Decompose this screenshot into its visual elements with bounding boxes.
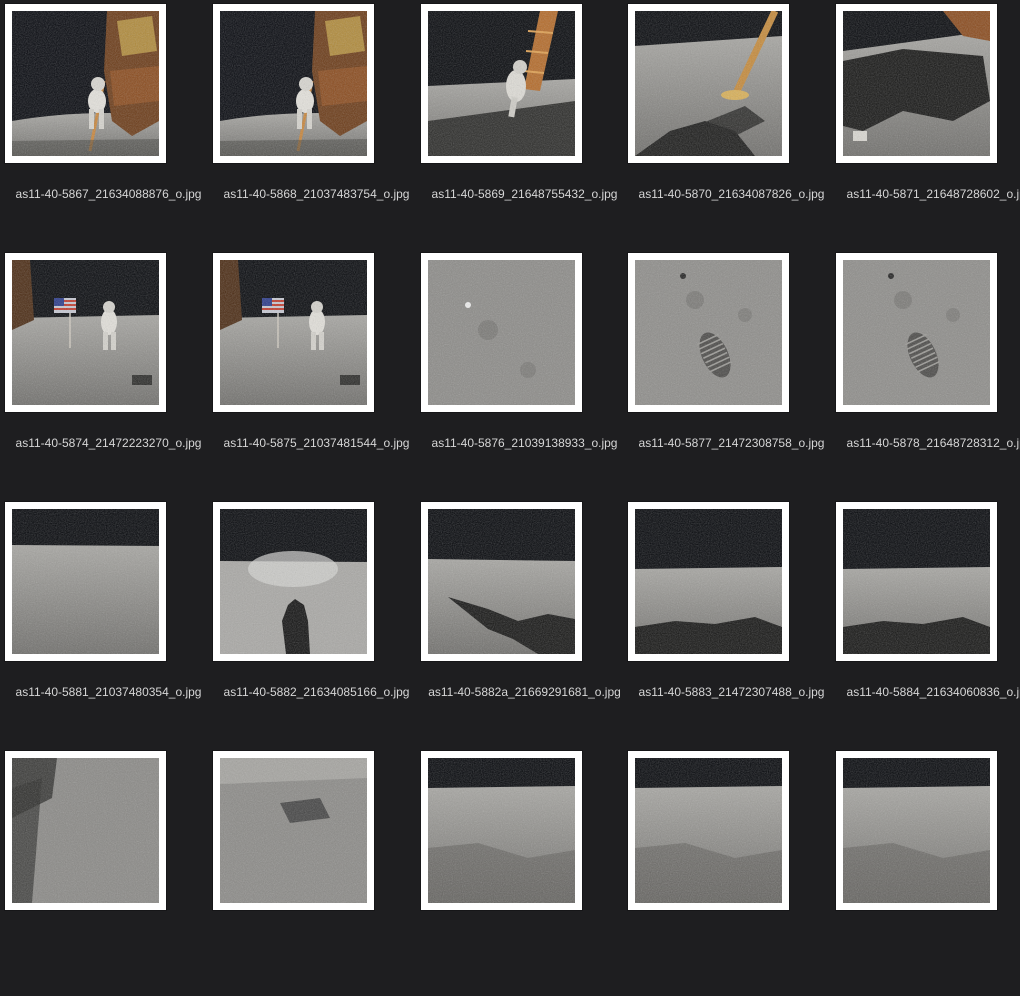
file-item[interactable] — [628, 747, 835, 996]
photo-preview-image — [635, 509, 782, 654]
photo-preview-image — [428, 758, 575, 903]
file-name-label[interactable]: as11-40-5883_21472307488_o.jpg — [612, 684, 851, 701]
file-name-label[interactable]: as11-40-5882_21634085166_o.jpg — [197, 684, 436, 701]
file-item[interactable]: as11-40-5870_21634087826_o.jpg — [628, 0, 835, 249]
file-item[interactable]: as11-40-5869_21648755432_o.jpg — [421, 0, 628, 249]
file-thumbnail[interactable] — [213, 253, 374, 412]
file-item[interactable] — [836, 747, 1020, 996]
file-grid: as11-40-5867_21634088876_o.jpg as11-40-58… — [0, 0, 1020, 910]
photo-preview-image — [12, 509, 159, 654]
file-thumbnail[interactable] — [213, 502, 374, 661]
file-name-label[interactable]: as11-40-5875_21037481544_o.jpg — [197, 435, 436, 452]
file-name-label[interactable]: as11-40-5867_21634088876_o.jpg — [0, 186, 228, 203]
file-thumbnail[interactable] — [421, 4, 582, 163]
file-item[interactable] — [421, 747, 628, 996]
photo-preview-image — [220, 260, 367, 405]
file-item[interactable]: as11-40-5876_21039138933_o.jpg — [421, 249, 628, 498]
photo-preview-image — [843, 260, 990, 405]
file-thumbnail[interactable] — [421, 253, 582, 412]
photo-preview-image — [428, 509, 575, 654]
file-thumbnail[interactable] — [628, 253, 789, 412]
file-item[interactable]: as11-40-5882a_21669291681_o.jpg — [421, 498, 628, 747]
file-item[interactable] — [5, 747, 212, 996]
file-name-label[interactable]: as11-40-5870_21634087826_o.jpg — [612, 186, 851, 203]
file-name-label[interactable]: as11-40-5871_21648728602_o.jpg — [820, 186, 1020, 203]
file-item[interactable]: as11-40-5877_21472308758_o.jpg — [628, 249, 835, 498]
photo-preview-image — [12, 11, 159, 156]
file-item[interactable] — [213, 747, 420, 996]
photo-preview-image — [12, 758, 159, 903]
photo-preview-image — [220, 758, 367, 903]
file-name-label[interactable]: as11-40-5877_21472308758_o.jpg — [612, 435, 851, 452]
file-thumbnail[interactable] — [5, 4, 166, 163]
file-name-label[interactable]: as11-40-5876_21039138933_o.jpg — [405, 435, 644, 452]
file-thumbnail[interactable] — [5, 502, 166, 661]
photo-preview-image — [220, 11, 367, 156]
photo-preview-image — [635, 758, 782, 903]
photo-preview-image — [843, 509, 990, 654]
file-thumbnail[interactable] — [836, 253, 997, 412]
file-thumbnail[interactable] — [421, 751, 582, 910]
file-item[interactable]: as11-40-5874_21472223270_o.jpg — [5, 249, 212, 498]
photo-preview-image — [220, 509, 367, 654]
file-item[interactable]: as11-40-5878_21648728312_o.jpg — [836, 249, 1020, 498]
photo-preview-image — [428, 11, 575, 156]
photo-preview-image — [843, 758, 990, 903]
file-thumbnail[interactable] — [5, 253, 166, 412]
photo-preview-image — [635, 11, 782, 156]
file-item[interactable]: as11-40-5867_21634088876_o.jpg — [5, 0, 212, 249]
file-name-label[interactable]: as11-40-5874_21472223270_o.jpg — [0, 435, 228, 452]
file-name-label[interactable]: as11-40-5869_21648755432_o.jpg — [405, 186, 644, 203]
file-item[interactable]: as11-40-5871_21648728602_o.jpg — [836, 0, 1020, 249]
file-name-label[interactable]: as11-40-5878_21648728312_o.jpg — [820, 435, 1020, 452]
file-thumbnail[interactable] — [213, 4, 374, 163]
photo-preview-image — [843, 11, 990, 156]
file-item[interactable]: as11-40-5882_21634085166_o.jpg — [213, 498, 420, 747]
photo-preview-image — [12, 260, 159, 405]
file-name-label[interactable]: as11-40-5868_21037483754_o.jpg — [197, 186, 436, 203]
photo-preview-image — [635, 260, 782, 405]
file-thumbnail[interactable] — [5, 751, 166, 910]
file-thumbnail[interactable] — [628, 502, 789, 661]
file-item[interactable]: as11-40-5884_21634060836_o.jpg — [836, 498, 1020, 747]
file-thumbnail[interactable] — [421, 502, 582, 661]
file-item[interactable]: as11-40-5881_21037480354_o.jpg — [5, 498, 212, 747]
file-name-label[interactable]: as11-40-5882a_21669291681_o.jpg — [405, 684, 644, 701]
file-item[interactable]: as11-40-5883_21472307488_o.jpg — [628, 498, 835, 747]
file-name-label[interactable]: as11-40-5881_21037480354_o.jpg — [0, 684, 228, 701]
photo-preview-image — [428, 260, 575, 405]
file-thumbnail[interactable] — [836, 751, 997, 910]
file-item[interactable]: as11-40-5868_21037483754_o.jpg — [213, 0, 420, 249]
file-thumbnail[interactable] — [628, 4, 789, 163]
file-thumbnail[interactable] — [628, 751, 789, 910]
file-thumbnail[interactable] — [836, 502, 997, 661]
file-item[interactable]: as11-40-5875_21037481544_o.jpg — [213, 249, 420, 498]
file-thumbnail[interactable] — [836, 4, 997, 163]
file-thumbnail[interactable] — [213, 751, 374, 910]
file-name-label[interactable]: as11-40-5884_21634060836_o.jpg — [820, 684, 1020, 701]
